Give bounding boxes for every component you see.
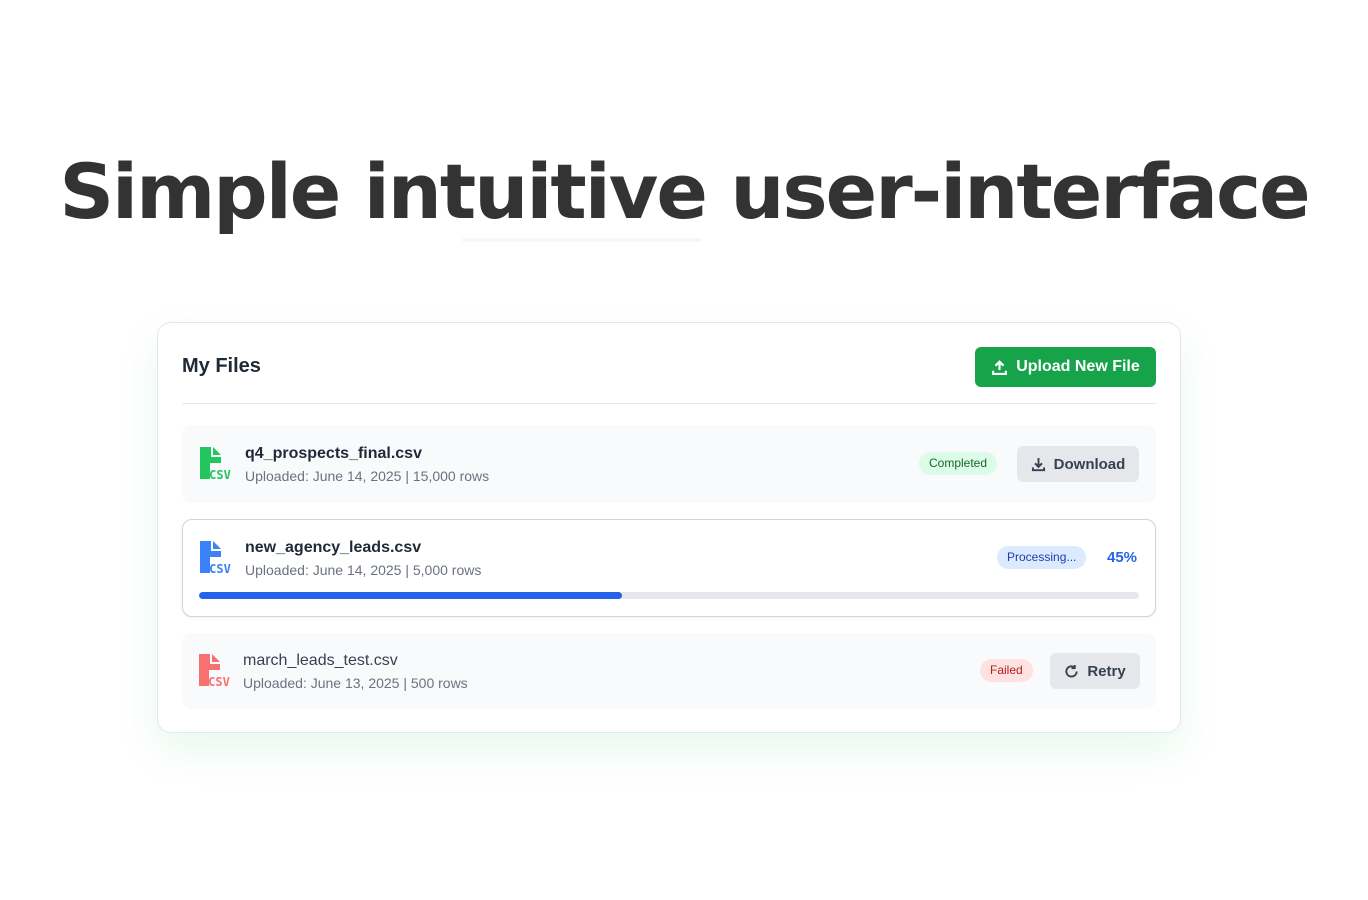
hero-title: Simple intuitive user-interface bbox=[59, 147, 1310, 236]
file-row: CSV march_leads_test.csv Uploaded: June … bbox=[182, 633, 1156, 709]
file-meta: Uploaded: June 14, 2025 | 5,000 rows bbox=[245, 562, 482, 578]
hero-underline bbox=[462, 238, 702, 242]
csv-file-icon: CSV bbox=[200, 541, 231, 575]
file-name: q4_prospects_final.csv bbox=[245, 445, 422, 462]
download-icon bbox=[1031, 457, 1045, 471]
card-header: My Files Upload New File bbox=[182, 347, 1156, 404]
progress-bar bbox=[199, 592, 1139, 599]
file-row: CSV new_agency_leads.csv Uploaded: June … bbox=[182, 519, 1156, 617]
hero: Simple intuitive user-interface bbox=[0, 147, 1368, 242]
svg-text:CSV: CSV bbox=[208, 675, 230, 688]
svg-text:CSV: CSV bbox=[209, 468, 231, 481]
file-name: march_leads_test.csv bbox=[243, 652, 398, 669]
upload-new-file-button[interactable]: Upload New File bbox=[975, 347, 1156, 387]
file-meta: Uploaded: June 14, 2025 | 15,000 rows bbox=[245, 468, 490, 484]
csv-file-icon: CSV bbox=[199, 654, 230, 688]
upload-icon bbox=[992, 359, 1008, 375]
download-button[interactable]: Download bbox=[1017, 446, 1139, 482]
svg-text:CSV: CSV bbox=[209, 562, 231, 575]
status-badge: Completed bbox=[919, 452, 998, 475]
refresh-icon bbox=[1065, 664, 1078, 677]
card-title: My Files bbox=[182, 355, 261, 377]
status-badge: Processing... bbox=[997, 546, 1087, 569]
upload-button-label: Upload New File bbox=[1016, 358, 1140, 375]
progress-fill bbox=[199, 592, 622, 599]
file-row: CSV q4_prospects_final.csv Uploaded: Jun… bbox=[182, 425, 1156, 503]
download-label: Download bbox=[1053, 455, 1126, 473]
retry-label: Retry bbox=[1087, 662, 1126, 680]
retry-button[interactable]: Retry bbox=[1050, 653, 1140, 689]
file-name: new_agency_leads.csv bbox=[245, 539, 422, 556]
csv-file-icon: CSV bbox=[200, 447, 231, 481]
progress-percent: 45% bbox=[1107, 549, 1138, 566]
file-meta: Uploaded: June 13, 2025 | 500 rows bbox=[243, 675, 468, 691]
my-files-card: My Files Upload New File CSV q4_prospect… bbox=[157, 322, 1181, 733]
status-badge: Failed bbox=[980, 659, 1033, 682]
